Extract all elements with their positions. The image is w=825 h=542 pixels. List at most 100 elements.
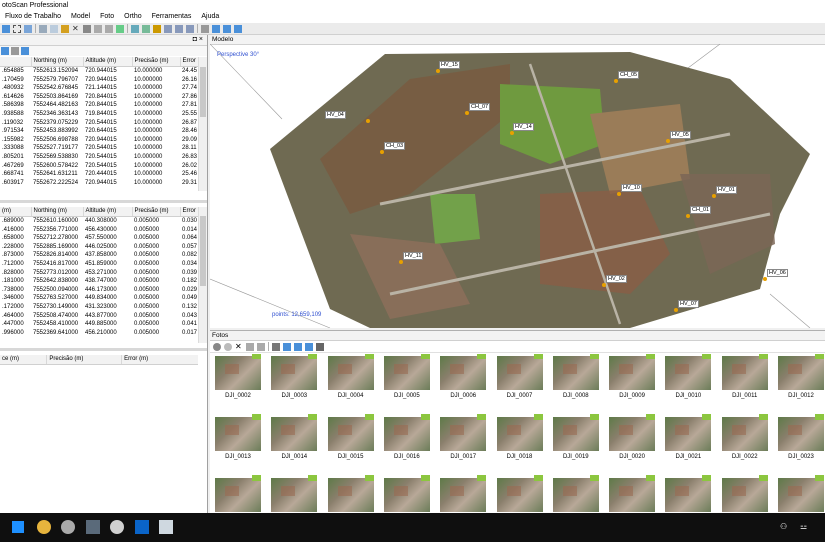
table-row[interactable]: .586398 7552464.482163 720.844015 10.000000… [0,101,198,110]
col-header[interactable]: Error [180,57,198,67]
photo-thumbnail[interactable]: DJI_0017 [435,404,491,460]
table-row[interactable]: .170459 7552579.796707 720.944015 10.000000… [0,76,198,85]
photo-thumbnail[interactable]: DJI_0023 [773,404,825,460]
photo-thumbnail[interactable]: DJI_0021 [660,404,716,460]
disable-camera-icon[interactable] [224,342,232,351]
cameras-scrollbar[interactable] [198,57,207,191]
table-row[interactable]: .938588 7552346.363143 719.844015 10.000000… [0,110,198,119]
people-icon[interactable]: ⚇ [780,522,787,531]
table-row[interactable]: .712000 7552416.817000 451.859000 0.005000 0… [0,260,198,269]
app-icon[interactable] [61,520,75,534]
splitter[interactable] [0,348,207,351]
photo-thumbnail[interactable]: DJI_0007 [492,354,548,399]
view-mode-icon[interactable] [131,24,139,33]
dem-view-icon[interactable] [186,24,194,33]
photo-thumbnail[interactable]: DJI_0002 [210,354,266,399]
texture-view-icon[interactable] [164,24,172,33]
list-view-icon[interactable] [305,342,313,351]
cut-icon[interactable]: ✕ [72,24,80,33]
marker-label[interactable]: HV_07 [678,300,699,308]
photo-thumbnail[interactable]: DJI_0013 [210,404,266,460]
details-view-icon[interactable] [294,342,302,351]
photo-thumbnail[interactable]: DJI_0006 [435,354,491,399]
photo-thumbnail[interactable]: DJI_0008 [548,354,604,399]
photo-thumbnail[interactable]: DJI_0022 [717,404,773,460]
marker-label[interactable]: HV_05 [670,131,691,139]
col-header[interactable]: Altitude (m) [83,207,133,217]
col-header[interactable]: Precisão (m) [132,57,181,67]
photo-thumbnail[interactable]: DJI_0020 [604,404,660,460]
marker-label[interactable]: HV_10 [621,184,642,192]
marker-label[interactable]: CH_01 [690,206,712,214]
menu-fluxo[interactable]: Fluxo de Trabalho [0,11,66,23]
table-row[interactable]: .155982 7552506.698788 720.944015 10.000000… [0,136,198,145]
col-header[interactable]: Precisão (m) [46,355,123,365]
ruler-icon[interactable] [61,24,69,33]
panel-controls[interactable]: ◘ × [193,36,203,44]
table-row[interactable]: .228000 7552885.169000 446.025000 0.005000 0… [0,243,198,252]
menu-ajuda[interactable]: Ajuda [196,11,224,23]
photo-thumbnail[interactable] [660,465,716,514]
splitter[interactable] [0,200,207,203]
photoscan-icon[interactable] [110,520,124,534]
zoom-out-icon[interactable] [105,24,113,33]
photo-thumbnail[interactable]: DJI_0018 [492,404,548,460]
col-header[interactable]: (m) [0,207,32,217]
rotate-left-icon[interactable] [246,342,254,351]
zoom-in-icon[interactable] [94,24,102,33]
points-view-icon[interactable] [142,24,150,33]
marker-label[interactable]: HV_11 [403,252,424,260]
menu-modelo[interactable]: Model [66,11,95,23]
table-row[interactable]: .738000 7552500.094000 446.173000 0.005000 0… [0,286,198,295]
marker-label[interactable]: HV_01 [716,186,737,194]
col-header[interactable]: Northing (m) [31,207,84,217]
marker-label[interactable]: HV_02 [606,275,627,283]
markers-toggle-icon[interactable] [212,24,220,33]
marker-label[interactable]: CH_07 [469,103,491,111]
start-icon[interactable] [12,521,24,533]
scroll-thumb[interactable] [200,216,206,286]
chrome-icon[interactable] [37,520,51,534]
import-icon[interactable] [1,47,9,55]
rect-select-icon[interactable] [13,24,21,33]
select-tool-icon[interactable] [2,24,10,33]
menu-ortho[interactable]: Ortho [119,11,147,23]
photo-thumbnail[interactable] [379,465,435,514]
table-row[interactable]: .416000 7552356.771000 456.430000 0.005000 0… [0,226,198,235]
network-icon[interactable]: ⚍ [800,522,807,531]
tiled-view-icon[interactable] [175,24,183,33]
model-view[interactable]: Modelo Perspective 30° points: 12,659,10… [210,35,825,328]
table-row[interactable]: .181000 7552642.838000 438.747000 0.005000 0… [0,277,198,286]
marker-label[interactable]: HV_06 [767,269,788,277]
shapes-toggle-icon[interactable] [223,24,231,33]
remove-camera-icon[interactable] [213,342,221,351]
marker-label[interactable]: CH_05 [618,71,640,79]
large-icons-view-icon[interactable] [283,342,291,351]
col-header[interactable]: Error [180,207,198,217]
photos-tab[interactable]: Fotos [210,331,825,341]
photo-thumbnail[interactable] [604,465,660,514]
photo-thumbnail[interactable]: DJI_0014 [266,404,322,460]
table-row[interactable]: .603917 7552672.222524 720.944015 10.000000… [0,179,198,188]
table-row[interactable]: .467269 7552600.578422 720.544015 10.000000… [0,162,198,171]
explorer-icon[interactable] [86,520,100,534]
rotate-icon[interactable] [50,24,58,33]
photo-thumbnail[interactable] [773,465,825,514]
photo-thumbnail[interactable] [435,465,491,514]
marker-label[interactable]: HV_14 [513,123,534,131]
navigate-icon[interactable] [24,24,32,33]
menu-ferramentas[interactable]: Ferramentas [147,11,197,23]
photo-thumbnail[interactable]: DJI_0011 [717,354,773,399]
crop-icon[interactable] [83,24,91,33]
photo-thumbnail[interactable] [548,465,604,514]
photo-thumbnail[interactable]: DJI_0005 [379,354,435,399]
cameras-toggle-icon[interactable] [201,24,209,33]
table-row[interactable]: .346000 7552763.527000 449.834000 0.005000 0… [0,294,198,303]
table-row[interactable]: .654885 7552613.152094 720.944015 10.000000… [0,67,198,76]
table-row[interactable]: .614626 7552503.864169 720.844015 10.000000… [0,93,198,102]
photo-thumbnail[interactable]: DJI_0004 [323,354,379,399]
table-row[interactable]: .971534 7552453.883992 720.644015 10.000000… [0,127,198,136]
convert-icon[interactable] [21,47,29,55]
col-header[interactable] [0,57,32,67]
col-header[interactable]: Altitude (m) [83,57,133,67]
